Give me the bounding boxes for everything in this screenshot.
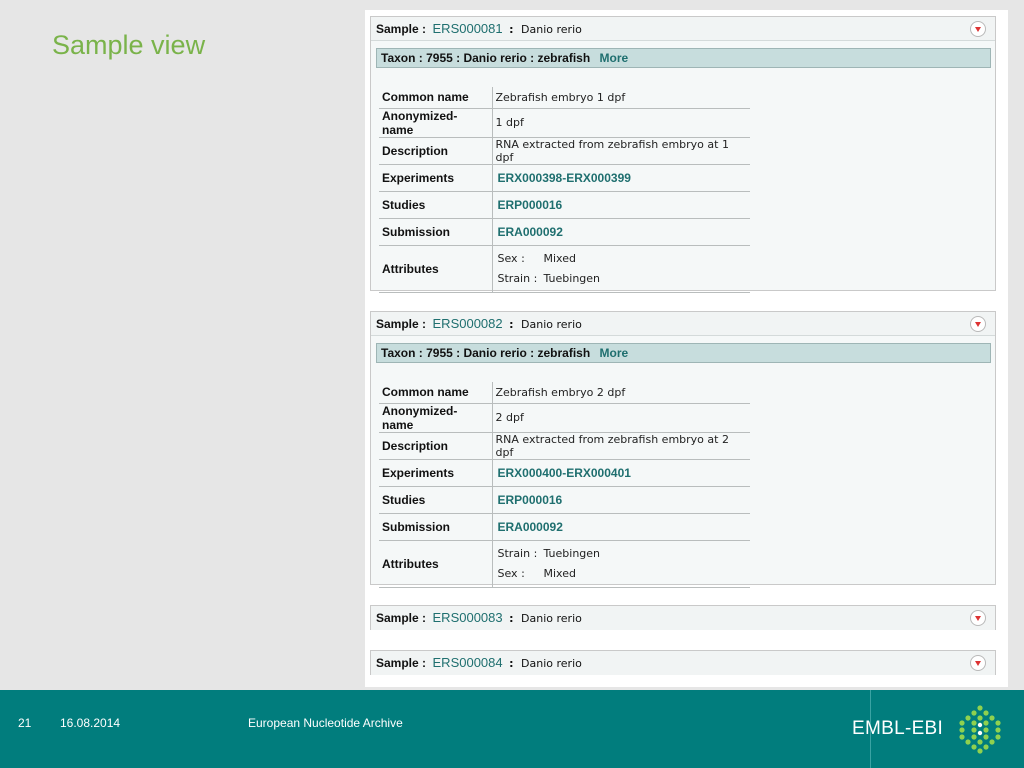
attributes-value: Strain : Tuebingen Sex : Mixed [492, 540, 750, 588]
field-value: RNA extracted from zebrafish embryo at 1… [492, 137, 750, 165]
sample-label: Sample : [376, 611, 427, 625]
studies-link[interactable]: ERP000016 [492, 191, 750, 219]
embl-ebi-logo-icon [959, 705, 1001, 754]
sample-header[interactable]: Sample : ERS000083 : Danio rerio [371, 606, 995, 630]
field-label: Common name [379, 382, 493, 404]
field-label: Experiments [379, 164, 493, 192]
table-row: Common name Zebrafish embryo 2 dpf [379, 382, 750, 404]
organism: Danio rerio [521, 612, 582, 625]
more-link[interactable]: More [600, 51, 629, 65]
sample-label: Sample : [376, 317, 427, 331]
studies-link[interactable]: ERP000016 [492, 486, 750, 514]
attribute-value: Mixed [543, 566, 576, 580]
field-value: Zebrafish embryo 1 dpf [492, 87, 750, 109]
slide-title: Sample view [52, 30, 206, 60]
sample-accession-link[interactable]: ERS000081 [433, 21, 503, 36]
field-label: Studies [379, 486, 493, 514]
taxon-bar: Taxon : 7955 : Danio rerio : zebrafish M… [376, 48, 991, 68]
slide-number: 21 [18, 716, 32, 730]
organism: Danio rerio [521, 23, 582, 36]
field-label: Anonymized-name [379, 403, 493, 433]
sample-properties-table: Common name Zebrafish embryo 2 dpf Anony… [379, 382, 750, 588]
field-label: Submission [379, 513, 493, 541]
sample-card: Sample : ERS000083 : Danio rerio [370, 605, 996, 630]
field-value: Zebrafish embryo 2 dpf [492, 382, 750, 404]
table-row: Submission ERA000092 [379, 513, 750, 541]
table-row: Description RNA extracted from zebrafish… [379, 432, 750, 460]
attribute-line: Sex : Mixed [496, 249, 748, 269]
organism: Danio rerio [521, 657, 582, 670]
attributes-value: Sex : Mixed Strain : Tuebingen [492, 245, 750, 293]
attribute-key: Strain : [497, 546, 538, 560]
attribute-line: Sex : Mixed [496, 564, 748, 584]
sample-label: Sample : [376, 22, 427, 36]
field-value: RNA extracted from zebrafish embryo at 2… [492, 432, 750, 460]
field-value: 2 dpf [492, 403, 750, 433]
field-label: Experiments [379, 459, 493, 487]
sample-accession-link[interactable]: ERS000082 [433, 316, 503, 331]
sample-header[interactable]: Sample : ERS000081 : Danio rerio [371, 17, 995, 41]
colon: : [509, 612, 514, 625]
experiments-link[interactable]: ERX000398-ERX000399 [492, 164, 750, 192]
field-value: 1 dpf [492, 108, 750, 138]
table-row: Description RNA extracted from zebrafish… [379, 137, 750, 165]
colon: : [509, 318, 514, 331]
table-row: Studies ERP000016 [379, 486, 750, 514]
table-row: Anonymized-name 2 dpf [379, 403, 750, 433]
sample-card: Sample : ERS000081 : Danio rerio Taxon :… [370, 16, 996, 293]
sample-card: Sample : ERS000084 : Danio rerio [370, 650, 996, 675]
table-row: Anonymized-name 1 dpf [379, 108, 750, 138]
attribute-key: Sex : [497, 251, 525, 265]
attribute-value: Mixed [543, 251, 576, 265]
colon: : [509, 657, 514, 670]
taxon-label: Taxon : 7955 : Danio rerio : zebrafish [381, 346, 591, 360]
field-label: Description [379, 137, 493, 165]
footer-org: European Nucleotide Archive [248, 716, 403, 730]
table-row: Submission ERA000092 [379, 218, 750, 246]
sample-header[interactable]: Sample : ERS000082 : Danio rerio [371, 312, 995, 336]
table-row: Attributes Sex : Mixed Strain : Tuebingen [379, 245, 750, 293]
expand-toggle-icon[interactable] [970, 610, 986, 626]
attribute-value: Tuebingen [543, 271, 601, 285]
taxon-bar: Taxon : 7955 : Danio rerio : zebrafish M… [376, 343, 991, 363]
collapse-toggle-icon[interactable] [970, 21, 986, 37]
field-label: Common name [379, 87, 493, 109]
more-link[interactable]: More [600, 346, 629, 360]
submission-link[interactable]: ERA000092 [492, 513, 750, 541]
table-row: Attributes Strain : Tuebingen Sex : Mixed [379, 540, 750, 588]
organism: Danio rerio [521, 318, 582, 331]
sample-properties-table: Common name Zebrafish embryo 1 dpf Anony… [379, 87, 750, 293]
expand-toggle-icon[interactable] [970, 655, 986, 671]
field-label: Submission [379, 218, 493, 246]
attribute-key: Strain : [497, 271, 538, 285]
submission-link[interactable]: ERA000092 [492, 218, 750, 246]
field-label: Attributes [379, 540, 493, 588]
sample-label: Sample : [376, 656, 427, 670]
field-label: Anonymized-name [379, 108, 493, 138]
slide-date: 16.08.2014 [60, 716, 121, 730]
field-label: Description [379, 432, 493, 460]
attribute-value: Tuebingen [543, 546, 601, 560]
brand-name: EMBL-EBI [852, 718, 944, 739]
table-row: Studies ERP000016 [379, 191, 750, 219]
colon: : [509, 23, 514, 36]
sample-accession-link[interactable]: ERS000083 [433, 610, 503, 625]
sample-card: Sample : ERS000082 : Danio rerio Taxon :… [370, 311, 996, 588]
collapse-toggle-icon[interactable] [970, 316, 986, 332]
table-row: Experiments ERX000398-ERX000399 [379, 164, 750, 192]
sample-header[interactable]: Sample : ERS000084 : Danio rerio [371, 651, 995, 675]
slide-footer: 21 16.08.2014 European Nucleotide Archiv… [0, 690, 1024, 768]
table-row: Common name Zebrafish embryo 1 dpf [379, 87, 750, 109]
taxon-label: Taxon : 7955 : Danio rerio : zebrafish [381, 51, 591, 65]
sample-list-panel: Sample : ERS000081 : Danio rerio Taxon :… [365, 10, 1008, 687]
field-label: Attributes [379, 245, 493, 293]
experiments-link[interactable]: ERX000400-ERX000401 [492, 459, 750, 487]
attribute-key: Sex : [497, 566, 525, 580]
attribute-line: Strain : Tuebingen [496, 269, 748, 289]
attribute-line: Strain : Tuebingen [496, 544, 748, 564]
table-row: Experiments ERX000400-ERX000401 [379, 459, 750, 487]
field-label: Studies [379, 191, 493, 219]
sample-accession-link[interactable]: ERS000084 [433, 655, 503, 670]
